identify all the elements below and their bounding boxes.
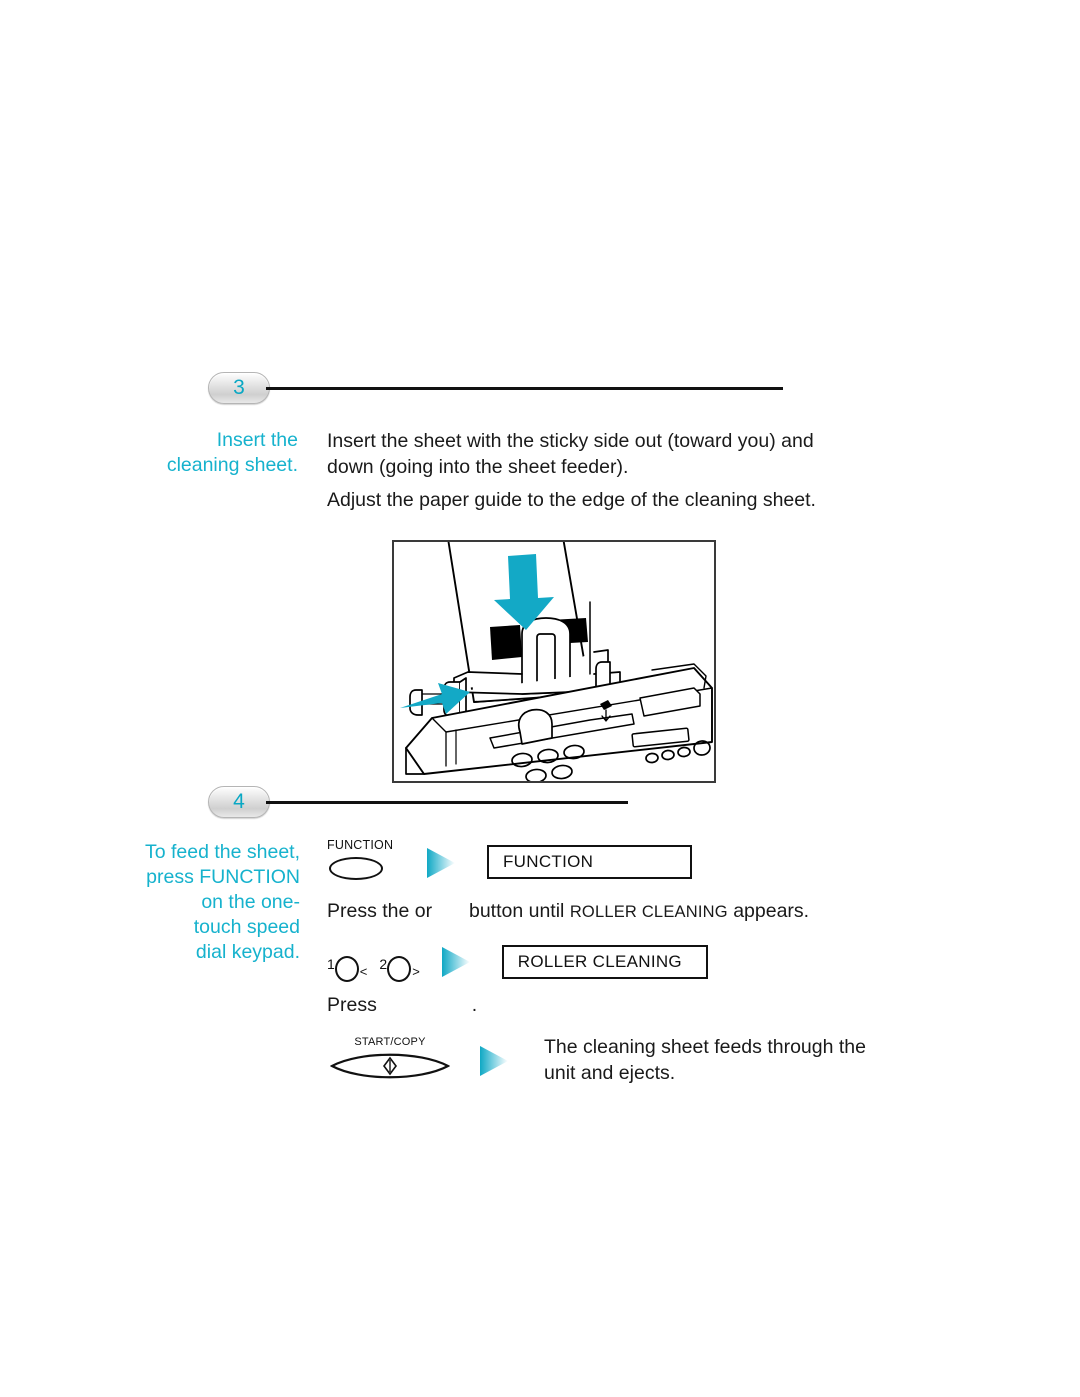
arrow-triangle-icon (480, 1046, 508, 1076)
manual-page: 3 Insert the cleaning sheet. Insert the … (0, 0, 1080, 1397)
step-4-rule (266, 800, 628, 804)
function-key-oval (329, 857, 383, 880)
instruction-before: Press the or (327, 900, 433, 922)
speed-dial-key-1[interactable]: 1 < (327, 956, 367, 982)
press-instruction: Press . (327, 992, 627, 1018)
instruction-middle: button until (468, 900, 565, 922)
lcd-display-function-text: FUNCTION (503, 852, 594, 871)
speed-dial-key-2-circle (387, 956, 412, 982)
right-arrow-icon: > (412, 964, 420, 979)
step-4-side-note-line-2: press FUNCTION (146, 866, 300, 888)
press-period: . (471, 994, 478, 1016)
step-4-side-note: To feed the sheet, press FUNCTION on the… (100, 840, 300, 965)
step-4-number: 4 (233, 790, 245, 813)
step-3-paragraph-2: Adjust the paper guide to the edge of th… (327, 489, 816, 511)
start-copy-result: The cleaning sheet feeds through the uni… (544, 1034, 894, 1086)
start-copy-key-label: START/COPY (354, 1036, 426, 1048)
function-key-label: FUNCTION (327, 838, 394, 852)
step-3-number: 3 (233, 376, 245, 399)
fax-machine-illustration (400, 542, 713, 781)
start-copy-key-shape (330, 1053, 450, 1079)
step-4-instruction: Press the or button until ROLLER CLEANIN… (327, 898, 867, 925)
speed-dial-key-2-number: 2 (379, 956, 388, 972)
step-4-side-note-line-1: To feed the sheet, (144, 841, 300, 863)
press-label: Press (327, 994, 377, 1016)
arrow-triangle-icon (441, 947, 470, 977)
function-key-graphic[interactable]: FUNCTION (327, 838, 419, 882)
step-3-badge: 3 (208, 372, 270, 404)
step-3-illustration (392, 540, 716, 783)
step-4-badge: 4 (208, 786, 270, 818)
step-3-paragraph-1: Insert the sheet with the sticky side ou… (327, 430, 814, 478)
step-3-side-note-line-1: Insert the (216, 429, 298, 451)
step-3-side-note: Insert the cleaning sheet. (110, 428, 298, 478)
step-3-rule (266, 386, 783, 390)
instruction-after: appears. (733, 900, 810, 922)
step-4-side-note-line-4: touch speed (193, 916, 300, 938)
lcd-display-roller-cleaning-text: ROLLER CLEANING (517, 952, 682, 971)
speed-dial-key-2[interactable]: 2 > (379, 956, 420, 982)
function-key-row: FUNCTION FUNCTION (327, 838, 692, 882)
speed-dial-keys-graphic[interactable]: 1 < 2 > (327, 942, 432, 982)
arrow-triangle-icon (427, 848, 455, 878)
step-3-header: 3 (208, 372, 783, 404)
start-copy-result-line-1: The cleaning sheet feeds through the (544, 1036, 866, 1058)
speed-dial-key-1-circle (334, 956, 359, 982)
step-3-side-note-line-2: cleaning sheet. (166, 454, 298, 476)
step-4-side-note-line-5: dial keypad. (195, 941, 300, 963)
lcd-display-function: FUNCTION (487, 845, 692, 879)
step-4-header: 4 (208, 786, 628, 818)
step-4-side-note-line-3: on the one- (201, 891, 300, 913)
lcd-display-roller-cleaning: ROLLER CLEANING (501, 945, 708, 979)
speed-dial-key-1-number: 1 (327, 956, 335, 972)
start-copy-row: START/COPY The cleaning sheet feeds thro… (330, 1032, 894, 1086)
instruction-display-name: ROLLER CLEANING (569, 903, 728, 921)
start-copy-result-line-2: unit and ejects. (544, 1062, 676, 1084)
start-copy-key-graphic[interactable]: START/COPY (330, 1036, 450, 1082)
left-arrow-icon: < (359, 964, 368, 979)
speed-dial-row: 1 < 2 > ROLLER CLEANING (327, 942, 708, 982)
